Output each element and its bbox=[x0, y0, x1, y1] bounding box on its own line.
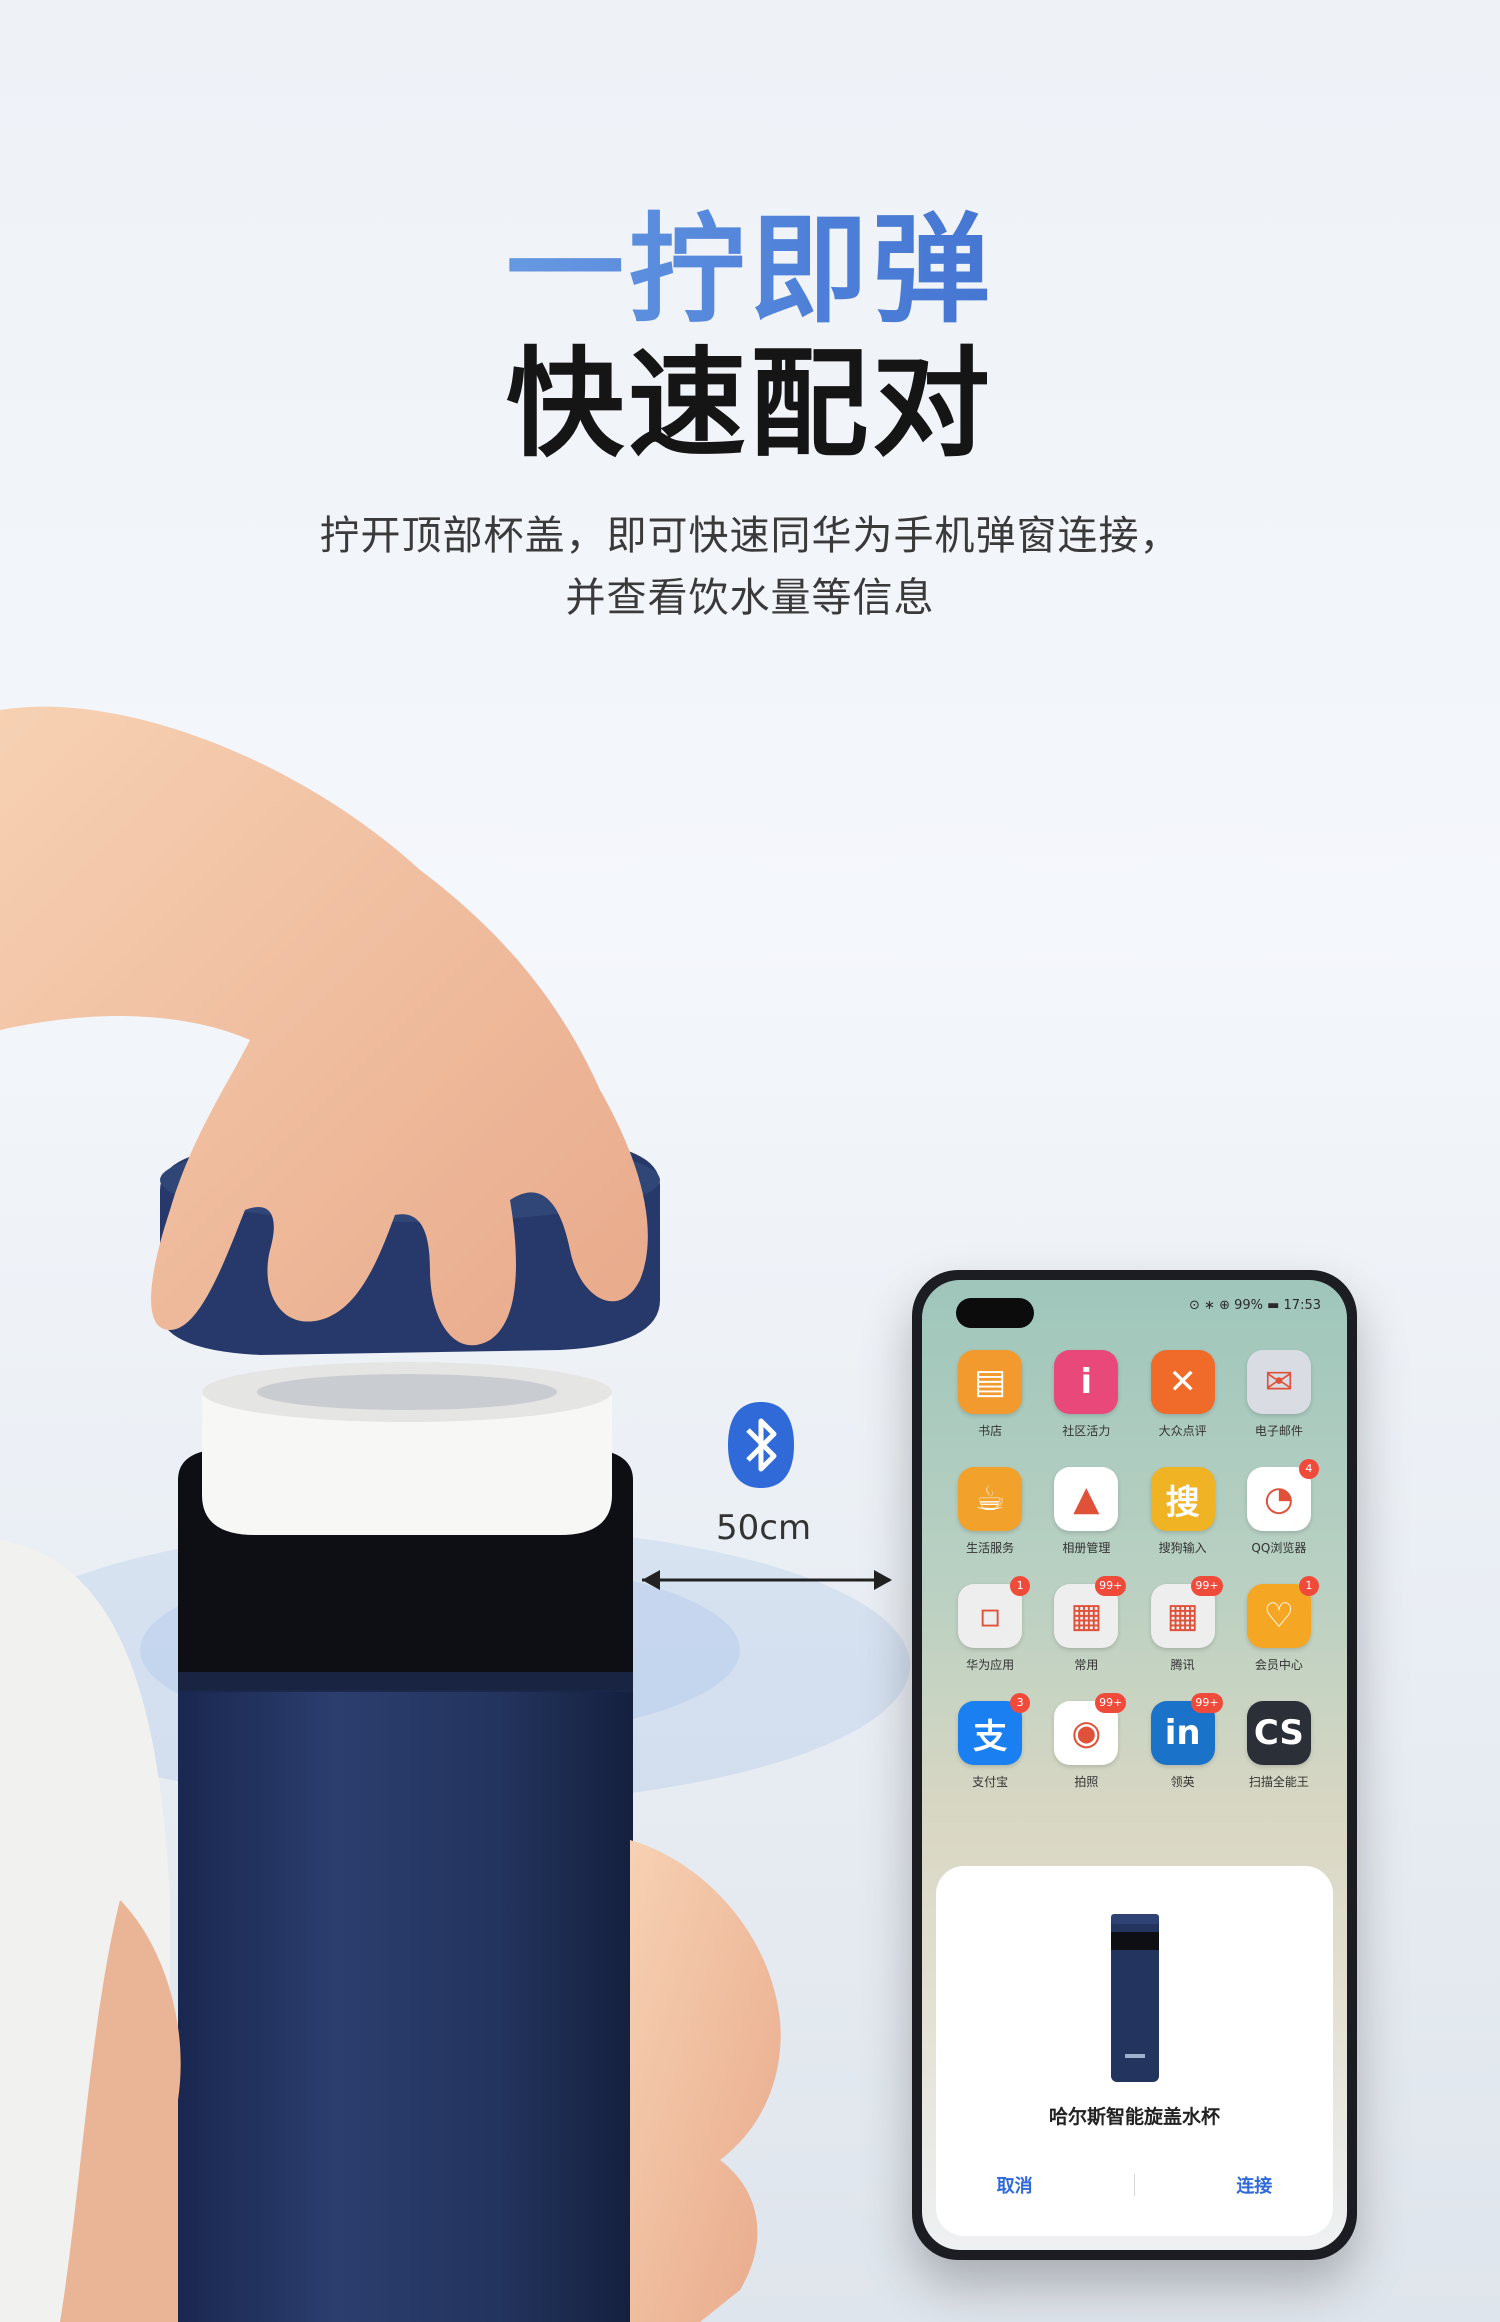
app-item[interactable]: ✉ 电子邮件 bbox=[1231, 1350, 1327, 1439]
app-glyph: ◉ bbox=[1071, 1713, 1102, 1753]
app-item[interactable]: ☕ 生活服务 bbox=[942, 1467, 1038, 1556]
app-item[interactable]: ▦ 99+ 腾讯 bbox=[1135, 1576, 1231, 1673]
front-camera bbox=[956, 1298, 1034, 1328]
notification-badge: 4 bbox=[1298, 1459, 1319, 1479]
connect-button[interactable]: 连接 bbox=[1216, 2168, 1292, 2202]
app-glyph: 支 bbox=[973, 1716, 1008, 1757]
notification-badge: 99+ bbox=[1191, 1693, 1223, 1713]
app-glyph: ▦ bbox=[1070, 1596, 1103, 1636]
app-label: 搜狗输入 bbox=[1158, 1541, 1207, 1555]
app-item[interactable]: ▫ 1 华为应用 bbox=[942, 1576, 1038, 1673]
app-glyph: ▲ bbox=[1073, 1479, 1100, 1519]
app-item[interactable]: ▲ 相册管理 bbox=[1038, 1467, 1134, 1556]
app-grid: ▤ 书店 i 社区活力 ✕ 大众点评 ✉ 电子邮件 ☕ 生活服务 ▲ 相册管理搜搜狗输入 ◔ 4 QQ浏览器… bbox=[942, 1350, 1327, 1790]
app-label: 大众点评 bbox=[1158, 1424, 1207, 1438]
pairing-dialog: 哈尔斯智能旋盖水杯 取消 连接 bbox=[936, 1866, 1333, 2236]
bluetooth-icon bbox=[728, 1402, 794, 1488]
notification-badge: 1 bbox=[1298, 1576, 1319, 1596]
books-icon: ▤ bbox=[958, 1350, 1023, 1414]
status-bar: ⊙ ∗ ⊕ 99% ▬ 17:53 bbox=[1189, 1298, 1321, 1313]
app-label: 书店 bbox=[978, 1424, 1003, 1438]
notification-badge: 3 bbox=[1010, 1693, 1031, 1713]
app-item[interactable]: ◔ 4 QQ浏览器 bbox=[1231, 1459, 1327, 1556]
app-label: 常用 bbox=[1074, 1658, 1099, 1672]
app-glyph: ▫ bbox=[978, 1596, 1002, 1636]
app-glyph: ▦ bbox=[1166, 1596, 1199, 1636]
folder-icon: ▦ 99+ bbox=[1054, 1576, 1127, 1648]
phone: ⊙ ∗ ⊕ 99% ▬ 17:53 ▤ 书店 i 社区活力 ✕ 大众点评 ✉ 电子邮件 ☕ 生活服… bbox=[912, 1270, 1357, 2260]
vip-icon: ♡ 1 bbox=[1246, 1576, 1319, 1648]
app-glyph: ▤ bbox=[974, 1362, 1007, 1402]
folder-icon: ▫ 1 bbox=[958, 1576, 1031, 1648]
mail-icon: ✉ bbox=[1246, 1350, 1311, 1414]
notification-badge: 99+ bbox=[1191, 1576, 1223, 1596]
app-label: 扫描全能王 bbox=[1248, 1775, 1309, 1789]
app-item[interactable]: 搜搜狗输入 bbox=[1135, 1467, 1231, 1556]
linkedin-icon: in 99+ bbox=[1150, 1693, 1223, 1765]
app-glyph: ◔ bbox=[1264, 1479, 1294, 1519]
notification-badge: 99+ bbox=[1095, 1576, 1127, 1596]
gallery-icon: ▲ bbox=[1054, 1467, 1119, 1531]
app-item[interactable]: 支 3 支付宝 bbox=[942, 1693, 1038, 1790]
browser-icon: ◔ 4 bbox=[1246, 1459, 1319, 1531]
phone-screen: ⊙ ∗ ⊕ 99% ▬ 17:53 ▤ 书店 i 社区活力 ✕ 大众点评 ✉ 电子邮件 ☕ 生活服… bbox=[922, 1280, 1347, 2250]
dialog-buttons: 取消 连接 bbox=[936, 2168, 1333, 2202]
app-glyph: CS bbox=[1253, 1713, 1304, 1753]
button-divider bbox=[1133, 2174, 1135, 2196]
app-item[interactable]: i 社区活力 bbox=[1038, 1350, 1134, 1439]
app-item[interactable]: ♡ 1 会员中心 bbox=[1231, 1576, 1327, 1673]
alipay-icon: 支3 bbox=[958, 1693, 1031, 1765]
app-item[interactable]: ▦ 99+ 常用 bbox=[1038, 1576, 1134, 1673]
bottle bbox=[178, 1362, 633, 2322]
app-label: 生活服务 bbox=[966, 1541, 1015, 1555]
app-item[interactable]: CS 扫描全能王 bbox=[1231, 1701, 1327, 1790]
cancel-button[interactable]: 取消 bbox=[977, 2168, 1053, 2202]
app-glyph: ✉ bbox=[1264, 1362, 1294, 1402]
app-label: 华为应用 bbox=[966, 1658, 1015, 1672]
app-glyph: ✕ bbox=[1168, 1362, 1197, 1402]
app-label: 支付宝 bbox=[972, 1775, 1009, 1789]
app-glyph: ☕ bbox=[974, 1479, 1006, 1519]
app-label: 电子邮件 bbox=[1254, 1424, 1303, 1438]
app-item[interactable]: in 99+ 领英 bbox=[1135, 1693, 1231, 1790]
app-glyph: i bbox=[1080, 1362, 1093, 1402]
app-label: 拍照 bbox=[1074, 1775, 1099, 1789]
app-item[interactable]: ▤ 书店 bbox=[942, 1350, 1038, 1439]
app-label: 会员中心 bbox=[1254, 1658, 1303, 1672]
bottle-thumbnail bbox=[1110, 1914, 1159, 2082]
app-label: 相册管理 bbox=[1062, 1541, 1111, 1555]
app-glyph: 搜 bbox=[1165, 1482, 1200, 1523]
theme-icon: i bbox=[1054, 1350, 1119, 1414]
device-name: 哈尔斯智能旋盖水杯 bbox=[1048, 2106, 1220, 2128]
camera-icon: ◉ 99+ bbox=[1054, 1693, 1127, 1765]
coffee-icon: ☕ bbox=[958, 1467, 1023, 1531]
app-label: 社区活力 bbox=[1062, 1424, 1111, 1438]
app-item[interactable]: ◉ 99+ 拍照 bbox=[1038, 1693, 1134, 1790]
app-label: QQ浏览器 bbox=[1251, 1541, 1307, 1555]
notification-badge: 1 bbox=[1010, 1576, 1031, 1596]
folder-icon: ▦ 99+ bbox=[1150, 1576, 1223, 1648]
app-glyph: in bbox=[1164, 1713, 1201, 1753]
sogou-icon: 搜 bbox=[1150, 1467, 1215, 1531]
run-icon: ✕ bbox=[1150, 1350, 1215, 1414]
app-label: 腾讯 bbox=[1170, 1658, 1195, 1672]
app-label: 领英 bbox=[1170, 1775, 1195, 1789]
notification-badge: 99+ bbox=[1095, 1693, 1127, 1713]
distance-label: 50cm bbox=[716, 1508, 812, 1548]
app-glyph: ♡ bbox=[1263, 1596, 1295, 1636]
camscanner-icon: CS bbox=[1246, 1701, 1311, 1765]
app-item[interactable]: ✕ 大众点评 bbox=[1135, 1350, 1231, 1439]
